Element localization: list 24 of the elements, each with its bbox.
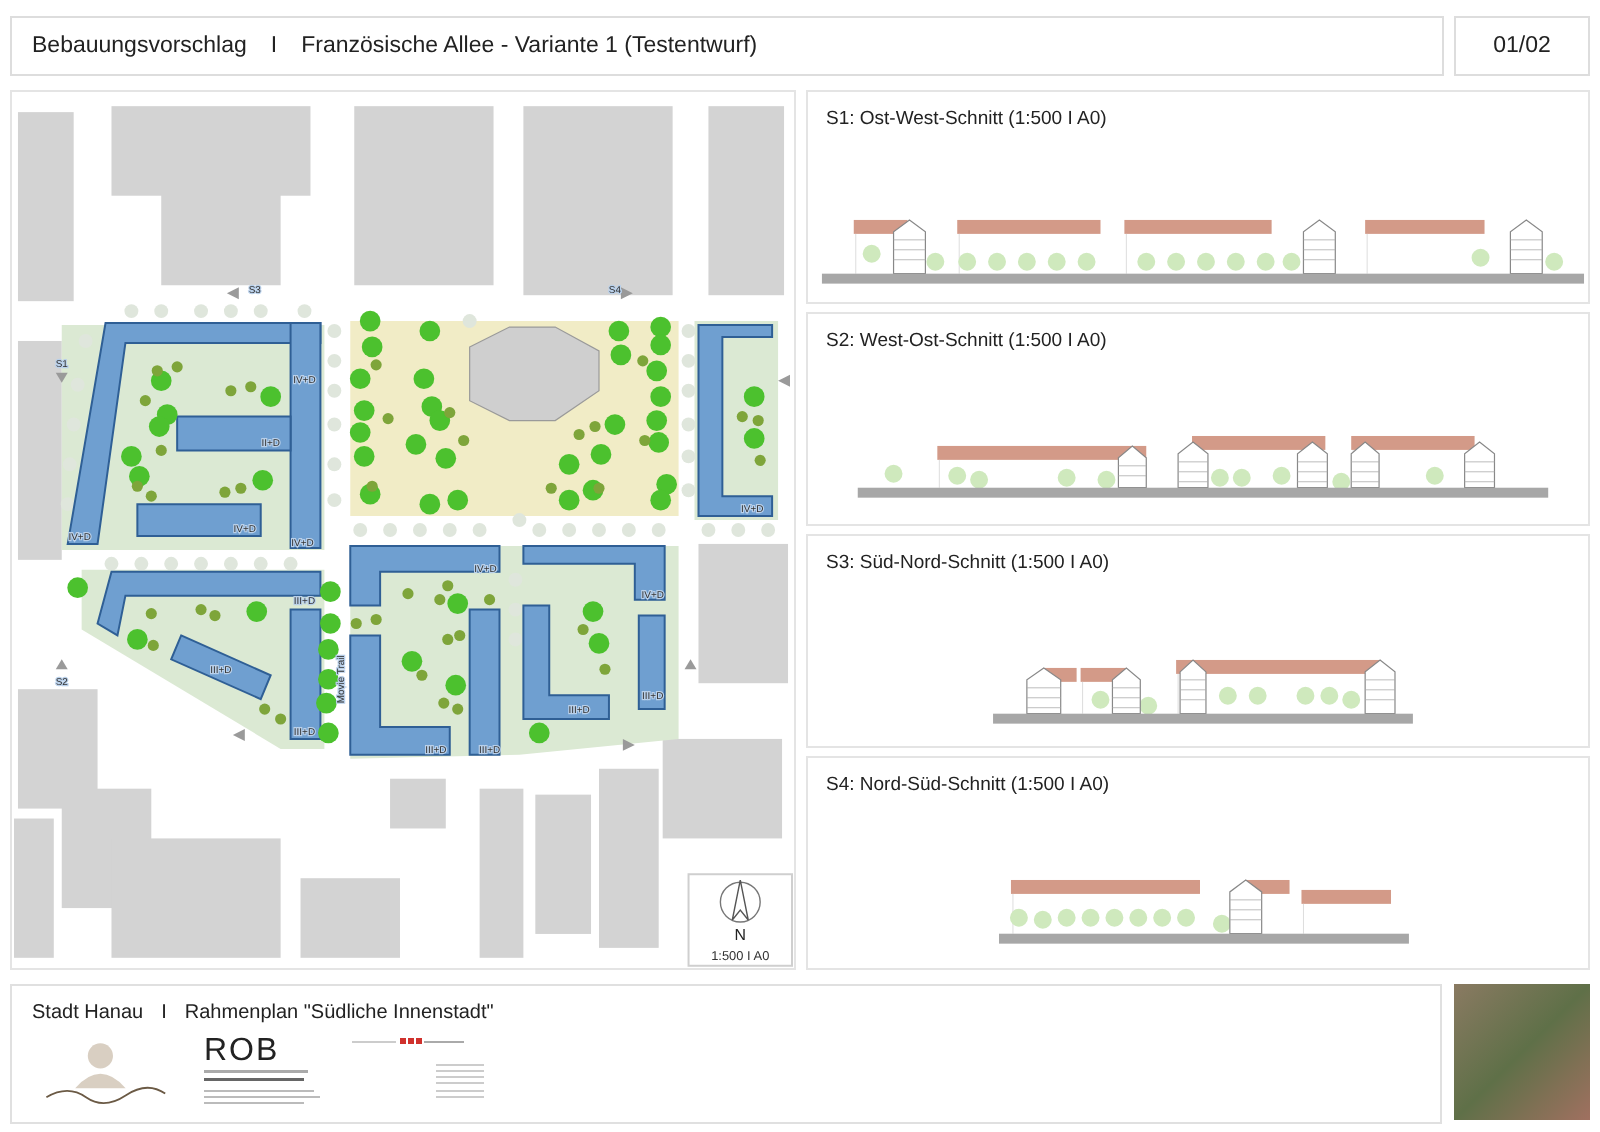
fine-print-drawing <box>204 1068 324 1108</box>
footer-separator: I <box>161 1002 167 1024</box>
section-title: S1: Ost-West-Schnitt (1:500 I A0) <box>824 108 1109 130</box>
triangle-marker-icon <box>226 287 239 300</box>
firm-logo-text: ROB <box>204 1036 282 1068</box>
triangle-marker-icon <box>684 659 697 670</box>
triangle-marker-icon <box>622 738 635 751</box>
sheet-subtitle: Französische Allee - Variante 1 (Testentwurf) <box>301 34 758 58</box>
section-title: S2: West-Ost-Schnitt (1:500 I A0) <box>824 330 1109 352</box>
aerial-photo-placeholder <box>1454 984 1590 1120</box>
city-name: Stadt Hanau <box>32 1002 144 1024</box>
title-separator: I <box>270 34 278 58</box>
triangle-marker-icon <box>55 372 68 383</box>
sheet-title: Bebauungsvorschlag <box>32 34 247 58</box>
triangle-marker-icon <box>55 659 68 670</box>
page-number: 01/02 <box>1454 16 1590 76</box>
triangle-marker-icon <box>232 729 245 741</box>
plan-title: Rahmenplan "Südliche Innenstadt" <box>184 1002 494 1024</box>
section-title: S4: Nord-Süd-Schnitt (1:500 I A0) <box>824 774 1112 796</box>
octagonal-building-drawing <box>469 326 600 422</box>
north-letter: N <box>734 925 746 944</box>
section-title: S3: Süd-Nord-Schnitt (1:500 I A0) <box>824 552 1112 574</box>
triangle-marker-icon <box>778 374 790 387</box>
triangle-marker-icon <box>620 287 633 300</box>
